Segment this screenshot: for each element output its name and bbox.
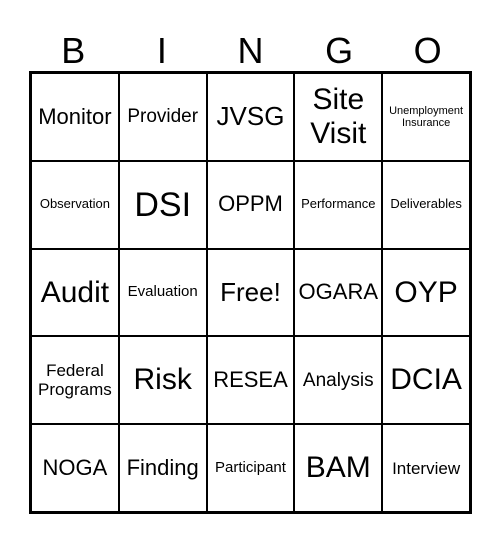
bingo-card: Monitor Provider JVSG Site Visit Unemplo… xyxy=(29,71,472,514)
bingo-cell[interactable]: OGARA xyxy=(294,248,383,337)
bingo-cell[interactable]: Provider xyxy=(118,73,207,161)
bingo-cell[interactable]: Performance xyxy=(294,160,383,249)
bingo-cell[interactable]: Observation xyxy=(31,160,119,249)
bingo-cell[interactable]: Participant xyxy=(206,424,295,512)
header-letter-o: O xyxy=(413,30,442,71)
bingo-cell[interactable]: RESEA xyxy=(206,336,295,425)
bingo-cell[interactable]: DSI xyxy=(118,160,207,249)
header-letter-g: G xyxy=(325,30,354,71)
bingo-cell[interactable]: Risk xyxy=(118,336,207,425)
free-space[interactable]: Free! xyxy=(206,248,295,337)
bingo-header: B I N G O xyxy=(29,30,472,72)
bingo-cell[interactable]: Federal Programs xyxy=(31,336,119,425)
bingo-cell[interactable]: Analysis xyxy=(294,336,383,425)
bingo-cell[interactable]: NOGA xyxy=(31,424,119,512)
bingo-cell[interactable]: Finding xyxy=(118,424,207,512)
bingo-cell[interactable]: Interview xyxy=(382,424,470,512)
bingo-cell[interactable]: BAM xyxy=(294,424,383,512)
bingo-cell[interactable]: OYP xyxy=(382,248,470,337)
bingo-cell[interactable]: OPPM xyxy=(206,160,295,249)
header-letter-n: N xyxy=(237,30,264,71)
bingo-cell[interactable]: JVSG xyxy=(206,73,295,161)
bingo-cell[interactable]: Site Visit xyxy=(294,73,383,161)
bingo-cell[interactable]: Deliverables xyxy=(382,160,470,249)
header-letter-i: I xyxy=(156,30,167,71)
header-letter-b: B xyxy=(61,30,86,71)
bingo-cell[interactable]: Unemployment Insurance xyxy=(382,73,470,161)
bingo-cell[interactable]: Evaluation xyxy=(118,248,207,337)
bingo-cell[interactable]: Monitor xyxy=(31,73,119,161)
bingo-cell[interactable]: DCIA xyxy=(382,336,470,425)
bingo-cell[interactable]: Audit xyxy=(31,248,119,337)
